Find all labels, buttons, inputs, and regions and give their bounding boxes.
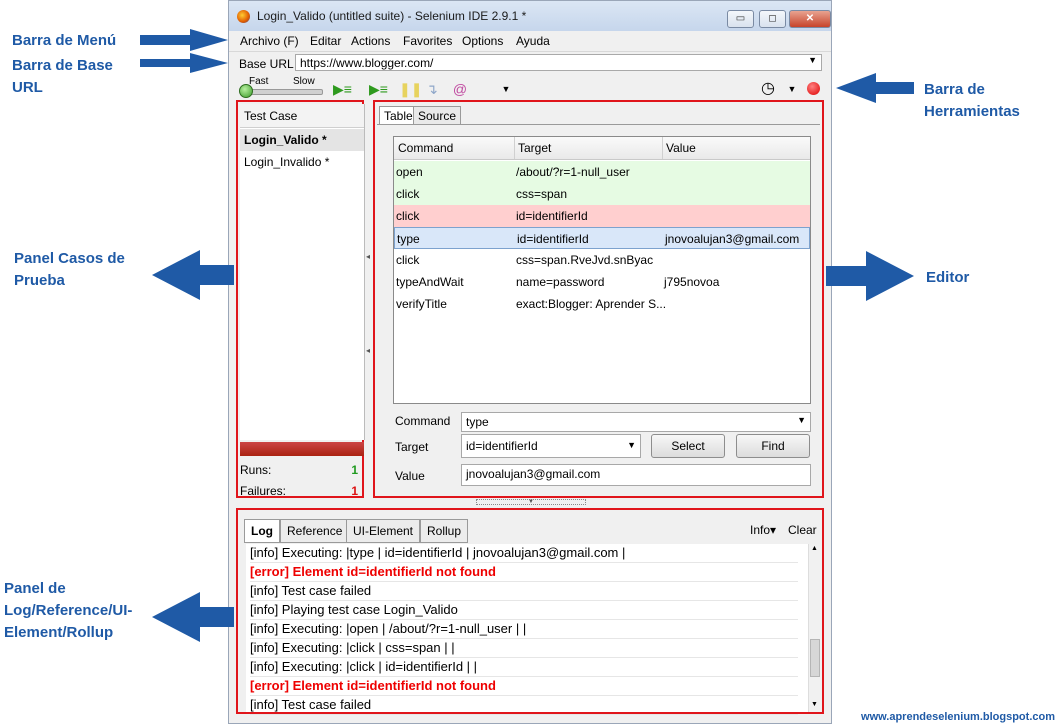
arrow-right-icon <box>140 53 228 73</box>
arrow-left-icon <box>836 73 914 103</box>
arrow-right-icon <box>140 29 228 51</box>
footer-website: www.aprendeselenium.blogspot.com <box>861 711 1055 723</box>
arrow-left-icon <box>152 592 234 642</box>
arrow-left-icon <box>152 250 234 300</box>
annotation-arrows <box>140 29 914 642</box>
arrow-right-icon <box>826 251 914 301</box>
